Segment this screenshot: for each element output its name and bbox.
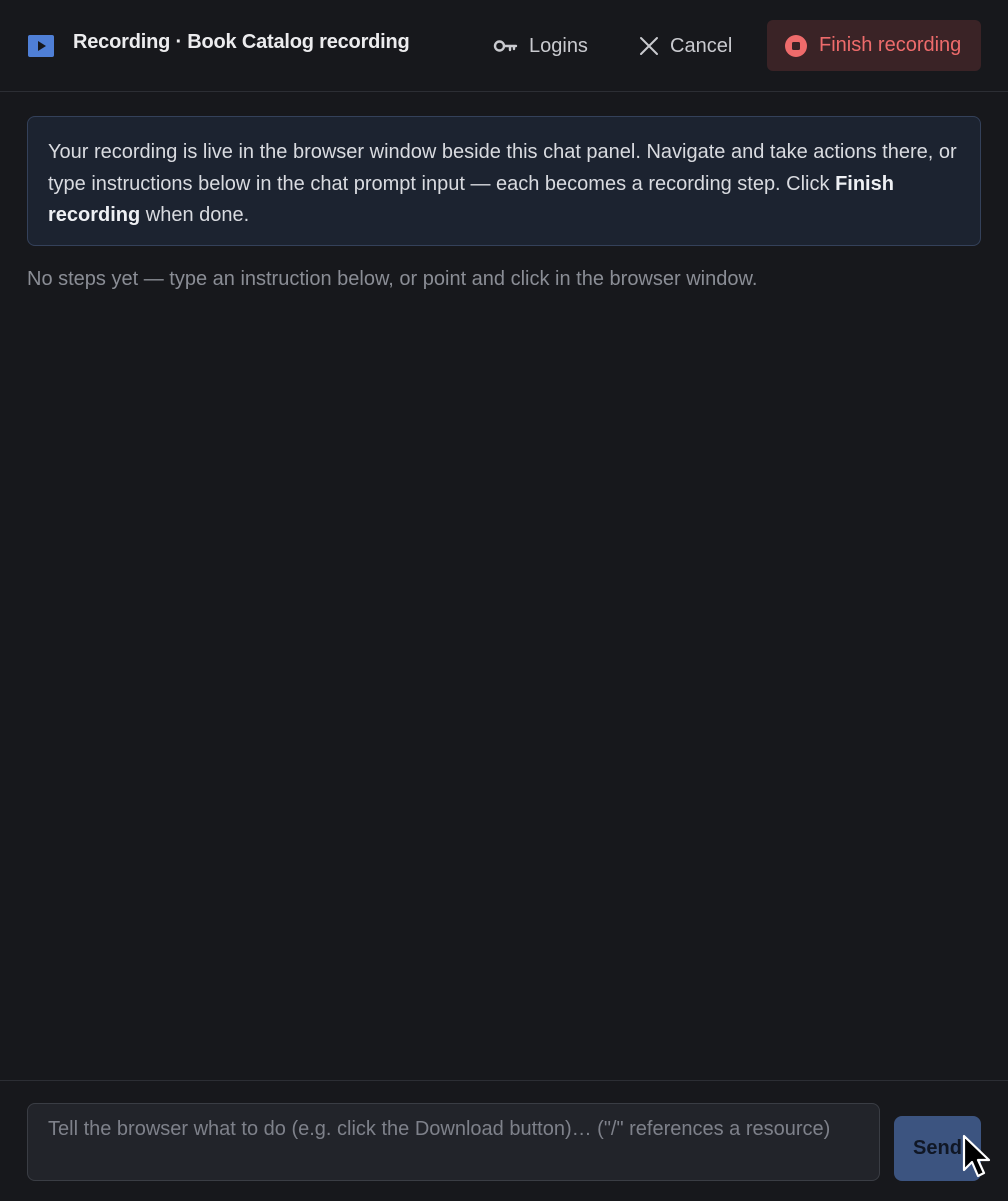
finish-recording-button[interactable]: Finish recording [767,20,981,71]
finish-recording-label: Finish recording [819,34,962,56]
info-text: Your recording is live in the browser wi… [48,141,957,195]
recording-panel: Recording · Book Catalog recording Login… [0,0,1008,1201]
logins-label: Logins [529,34,588,57]
cancel-label: Cancel [670,34,733,57]
info-text-end: when done. [140,204,250,226]
header: Recording · Book Catalog recording Login… [0,0,1008,92]
send-button[interactable]: Send [894,1116,981,1181]
prompt-input[interactable] [48,1117,859,1167]
stop-circle-icon [785,34,807,57]
logins-button[interactable]: Logins [493,24,588,68]
page-title: Recording · Book Catalog recording [73,31,410,53]
close-icon [638,35,660,57]
recording-info-banner: Your recording is live in the browser wi… [27,116,981,246]
prompt-field[interactable] [27,1103,880,1181]
key-icon [493,38,519,54]
play-square-icon [28,35,54,57]
empty-steps-message: No steps yet — type an instruction below… [27,268,758,290]
composer: Send [0,1080,1008,1201]
cancel-button[interactable]: Cancel [638,24,732,68]
